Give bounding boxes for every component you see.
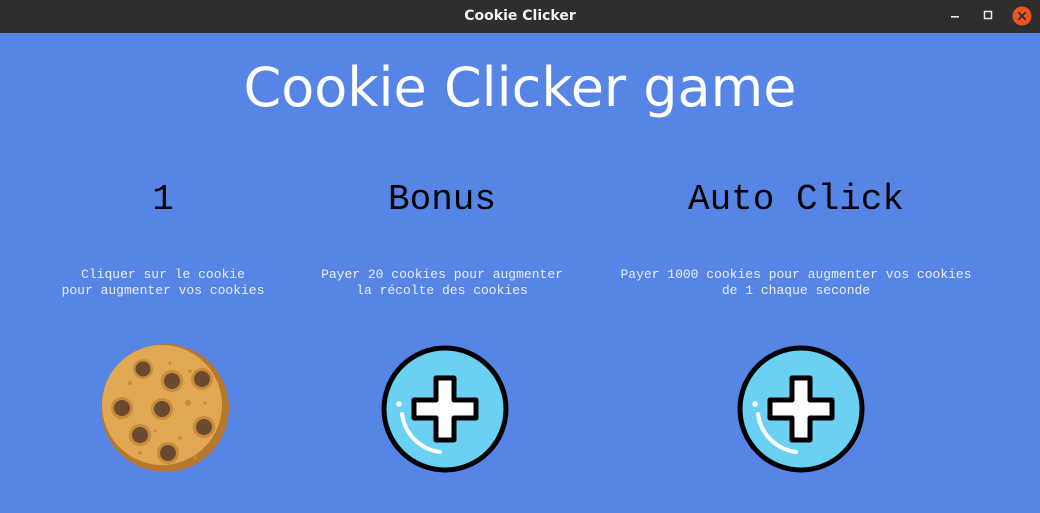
cookie-description: Cliquer sur le cookie pour augmenter vos… bbox=[61, 267, 265, 298]
auto-click-description: Payer 1000 cookies pour augmenter vos co… bbox=[620, 267, 972, 298]
game-title: Cookie Clicker game bbox=[243, 56, 797, 119]
maximize-icon bbox=[983, 10, 993, 20]
plus-circle-icon bbox=[737, 345, 865, 473]
close-button[interactable] bbox=[1012, 6, 1032, 26]
window-titlebar: Cookie Clicker bbox=[0, 0, 1040, 33]
minimize-button[interactable] bbox=[945, 6, 965, 26]
bonus-label: Bonus bbox=[387, 179, 497, 220]
close-icon bbox=[1012, 6, 1032, 26]
auto-click-button[interactable] bbox=[736, 344, 866, 474]
window-title: Cookie Clicker bbox=[464, 8, 576, 24]
cookie-count-label: 1 bbox=[152, 179, 174, 220]
cookie-button[interactable] bbox=[100, 343, 230, 473]
bonus-button[interactable] bbox=[380, 344, 510, 474]
auto-click-label: Auto Click bbox=[687, 179, 905, 220]
bonus-description: Payer 20 cookies pour augmenter la récol… bbox=[321, 267, 563, 298]
cookie-icon bbox=[101, 344, 229, 472]
maximize-button[interactable] bbox=[978, 6, 998, 26]
minimize-icon bbox=[951, 16, 959, 18]
plus-circle-icon bbox=[381, 345, 509, 473]
